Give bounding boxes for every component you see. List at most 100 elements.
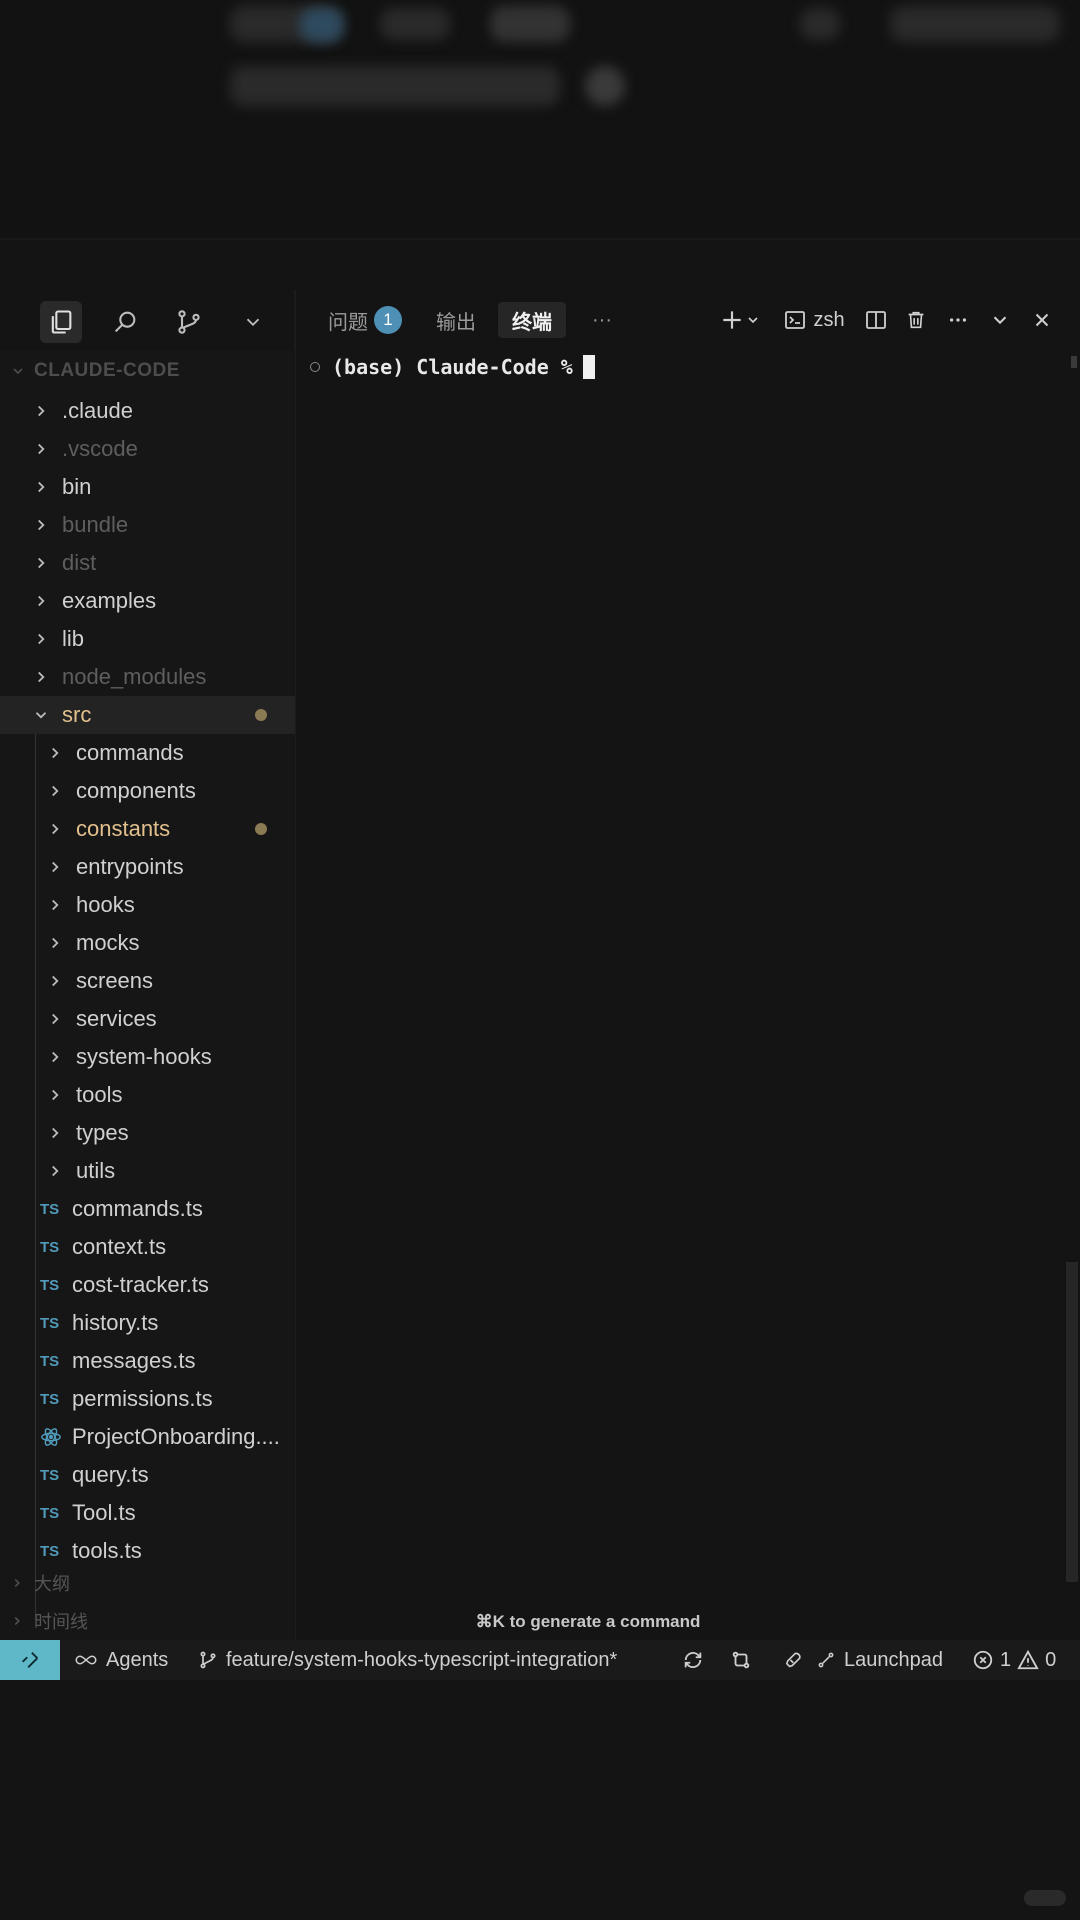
tree-item[interactable]: lib (0, 620, 295, 658)
tab-more[interactable]: ··· (592, 302, 612, 338)
explorer-root[interactable]: CLAUDE-CODE (10, 358, 180, 384)
tree-item[interactable]: mocks (0, 924, 295, 962)
close-panel-button[interactable] (1024, 302, 1060, 338)
tree-item-label: commands.ts (72, 1196, 203, 1221)
tree-item[interactable]: .vscode (0, 430, 295, 468)
typescript-file-icon: TS (40, 1200, 60, 1218)
tree-item[interactable]: TS commands.ts (0, 1190, 295, 1228)
new-terminal-button[interactable] (714, 302, 766, 338)
scrollbar-thumb[interactable] (1066, 1262, 1078, 1582)
tree-item[interactable]: tools (0, 1076, 295, 1114)
chevron-right-icon (52, 785, 59, 797)
tree-item[interactable]: TS context.ts (0, 1228, 295, 1266)
tree-item[interactable]: TS messages.ts (0, 1342, 295, 1380)
chevron-right-icon (52, 1089, 59, 1101)
tree-item-label: history.ts (72, 1310, 159, 1335)
infinity-icon (75, 1655, 97, 1665)
tree-item[interactable]: screens (0, 962, 295, 1000)
chevron-right-icon (52, 823, 59, 835)
tree-item[interactable]: hooks (0, 886, 295, 924)
tree-item[interactable]: services (0, 1000, 295, 1038)
chevron-right-icon (14, 1578, 20, 1588)
tree-item[interactable]: TS permissions.ts (0, 1380, 295, 1418)
tab-output-label: 输出 (436, 311, 476, 334)
tree-item[interactable]: examples (0, 582, 295, 620)
plus-icon (723, 311, 741, 329)
tree-item[interactable]: TS Tool.ts (0, 1494, 295, 1532)
chevron-right-icon (52, 861, 59, 873)
git-branch-icon (200, 1651, 216, 1669)
tree-item-label: Tool.ts (72, 1500, 136, 1525)
git-graph-button[interactable] (730, 1640, 752, 1680)
tab-more-label: ··· (592, 308, 612, 331)
branch-item[interactable]: feature/system-hooks-typescript-integrat… (198, 1640, 617, 1680)
tree-item[interactable]: components (0, 772, 295, 810)
typescript-file-icon: TS (40, 1504, 60, 1522)
tab-terminal[interactable]: 终端 (498, 302, 566, 338)
tree-item[interactable]: entrypoints (0, 848, 295, 886)
tree-item[interactable]: TS tools.ts (0, 1532, 295, 1570)
scrollbar-marker (1071, 356, 1077, 368)
terminal-prompt-line[interactable]: (base) Claude-Code % (310, 352, 595, 382)
error-count: 1 (1000, 1648, 1012, 1671)
modified-indicator (255, 823, 267, 835)
split-terminal-button[interactable] (858, 302, 894, 338)
rocket-icon (785, 1652, 801, 1668)
tree-item[interactable]: .claude (0, 392, 295, 430)
search-icon (114, 311, 136, 333)
terminal-scrollbar[interactable] (1066, 352, 1078, 1592)
close-icon (1035, 313, 1049, 327)
collapse-panel-button[interactable] (982, 302, 1018, 338)
tree-item[interactable]: bin (0, 468, 295, 506)
tree-item-label: .vscode (62, 436, 138, 461)
terminal-shell-selector[interactable]: zsh (778, 302, 850, 338)
tree-item-label: src (62, 702, 92, 727)
tree-item[interactable]: constants (0, 810, 295, 848)
tree-item[interactable]: TS cost-tracker.ts (0, 1266, 295, 1304)
chevron-right-icon (38, 443, 45, 455)
chevron-down-icon (246, 318, 260, 327)
tab-output[interactable]: 输出 (436, 302, 476, 338)
command-status-icon (310, 362, 320, 372)
tree-item-label: screens (76, 968, 154, 993)
tree-item[interactable]: ProjectOnboarding.... (0, 1418, 295, 1456)
more-views-button[interactable] (232, 301, 274, 343)
source-control-button[interactable] (168, 301, 210, 343)
sync-button[interactable] (682, 1640, 704, 1680)
chevron-right-icon (38, 519, 45, 531)
tab-problems[interactable]: 问题 1 (328, 302, 402, 338)
tree-item[interactable]: src (0, 696, 295, 734)
tree-item[interactable]: bundle (0, 506, 295, 544)
shell-name: zsh (813, 308, 845, 331)
tree-item-label: messages.ts (72, 1348, 196, 1373)
tab-problems-label: 问题 (328, 311, 368, 334)
tree-item[interactable]: TS history.ts (0, 1304, 295, 1342)
tree-item-label: tools.ts (72, 1538, 142, 1563)
panel-more-actions-button[interactable] (940, 302, 976, 338)
search-view-button[interactable] (104, 301, 146, 343)
explorer-view-button[interactable] (40, 301, 82, 343)
kill-terminal-button[interactable] (898, 302, 934, 338)
typescript-file-icon: TS (40, 1276, 60, 1294)
problems-summary[interactable]: 1 0 (972, 1640, 1056, 1680)
tree-item[interactable]: utils (0, 1152, 295, 1190)
chevron-right-icon (14, 1616, 20, 1626)
explorer-root-label: CLAUDE-CODE (34, 360, 180, 381)
launchpad-label: Launchpad (844, 1648, 943, 1671)
outline-section[interactable]: 大纲 (0, 1566, 295, 1600)
tree-item[interactable]: TS query.ts (0, 1456, 295, 1494)
tree-item[interactable]: commands (0, 734, 295, 772)
tree-item[interactable]: types (0, 1114, 295, 1152)
agents-item[interactable]: Agents (74, 1640, 168, 1680)
chevron-right-icon (38, 671, 45, 683)
tree-item-label: node_modules (62, 664, 207, 689)
typescript-file-icon: TS (40, 1352, 60, 1370)
remote-indicator-button[interactable] (0, 1640, 60, 1680)
tree-item[interactable]: node_modules (0, 658, 295, 696)
terminal-cursor (582, 355, 595, 379)
warning-icon (1017, 1649, 1039, 1670)
tree-item-label: types (76, 1120, 129, 1145)
launchpad-item[interactable]: Launchpad (784, 1640, 943, 1680)
tree-item[interactable]: system-hooks (0, 1038, 295, 1076)
tree-item[interactable]: dist (0, 544, 295, 582)
